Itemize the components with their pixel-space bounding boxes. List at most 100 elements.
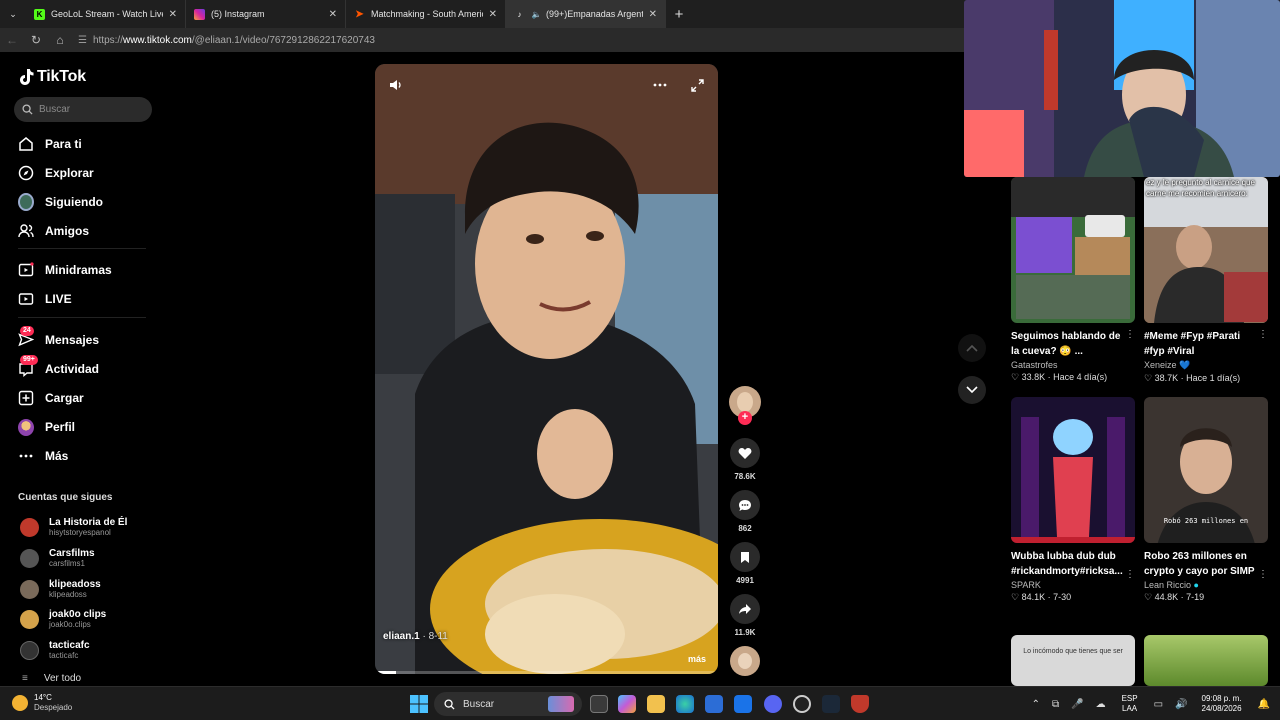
card-title[interactable]: Seguimos hablando de la cueva? 😳 ... xyxy=(1011,329,1125,359)
nav-mensajes[interactable]: 24 Mensajes xyxy=(18,326,99,351)
video-thumbnail[interactable]: Robó 263 millones en xyxy=(1144,397,1268,543)
previous-video-button[interactable] xyxy=(958,334,986,362)
video-thumbnail[interactable]: ez y le pregunto al carnice que carne me… xyxy=(1144,177,1268,323)
nav-para-ti[interactable]: Para ti xyxy=(18,133,82,155)
follow-plus-icon[interactable]: + xyxy=(738,411,752,425)
card-options-icon[interactable]: ⋮ xyxy=(1125,329,1135,340)
recommended-video-card[interactable] xyxy=(1144,635,1268,686)
new-tab-button[interactable]: + xyxy=(666,0,692,28)
card-author[interactable]: Gatastrofes xyxy=(1011,360,1135,370)
recommended-video-card[interactable]: Robó 263 millones en ⋮ Robo 263 millones… xyxy=(1144,397,1268,603)
obs-icon[interactable] xyxy=(793,695,811,713)
back-button[interactable]: ← xyxy=(0,28,24,52)
chevron-up-icon[interactable]: ⌃ xyxy=(1032,699,1040,710)
browser-tab-faceit[interactable]: ➤ Matchmaking - South America 5V ✕ xyxy=(346,0,506,28)
nav-cargar[interactable]: Cargar xyxy=(18,387,84,409)
video-thumbnail[interactable]: Lo incómodo que tienes que ser xyxy=(1011,635,1135,686)
card-title[interactable]: Robo 263 millones en crypto y cayo por S… xyxy=(1144,549,1258,579)
card-options-icon[interactable]: ⋮ xyxy=(1125,569,1135,580)
file-explorer-icon[interactable] xyxy=(647,695,665,713)
nav-siguiendo[interactable]: Siguiendo xyxy=(18,191,103,213)
url-host: www.tiktok.com xyxy=(122,34,192,46)
nav-actividad[interactable]: 99+ Actividad xyxy=(18,355,99,380)
display-icon[interactable]: ▭ xyxy=(1154,699,1163,710)
discord-icon[interactable] xyxy=(764,695,782,713)
recommended-video-card[interactable]: Lo incómodo que tienes que ser xyxy=(1011,635,1135,686)
site-info-icon[interactable]: ☰ xyxy=(78,35,87,46)
more-options-icon[interactable] xyxy=(653,83,667,87)
mail-icon[interactable] xyxy=(734,695,752,713)
speaker-icon[interactable]: 🔈 xyxy=(531,9,542,20)
card-options-icon[interactable]: ⋮ xyxy=(1258,569,1268,580)
reload-button[interactable]: ↻ xyxy=(24,28,48,52)
network-icon[interactable]: ⧉ xyxy=(1052,699,1059,710)
weather-widget[interactable]: 14°C Despejado xyxy=(12,693,72,713)
like-button[interactable]: 78.6K xyxy=(728,438,762,481)
nav-live[interactable]: LIVE xyxy=(18,288,72,310)
tab-list-button[interactable]: ⌄ xyxy=(0,0,26,28)
notifications-icon[interactable]: 🔔 xyxy=(1258,699,1270,710)
card-title[interactable]: Wubba lubba dub dub #rickandmorty#ricksa… xyxy=(1011,549,1125,579)
recommended-video-card[interactable]: ⋮ Wubba lubba dub dub #rickandmorty#rick… xyxy=(1011,397,1135,603)
save-button[interactable]: 4991 xyxy=(728,542,762,585)
video-player[interactable]: eliaan.1 · 8-11 más xyxy=(375,64,718,674)
nav-perfil[interactable]: Perfil xyxy=(18,416,75,438)
nav-minidramas[interactable]: Minidramas xyxy=(18,259,112,281)
weather-tray-icon[interactable]: ☁ xyxy=(1096,699,1106,710)
home-button[interactable]: ⌂ xyxy=(48,28,72,52)
store-icon[interactable] xyxy=(705,695,723,713)
copilot-icon[interactable] xyxy=(618,695,636,713)
close-icon[interactable]: ✕ xyxy=(649,9,657,20)
search-input[interactable]: Buscar xyxy=(14,97,152,122)
vanguard-icon[interactable] xyxy=(851,695,869,713)
sound-disc[interactable] xyxy=(728,646,762,676)
following-account[interactable]: Carsfilms carsfilms1 xyxy=(20,546,95,570)
following-account[interactable]: klipeadoss klipeadoss xyxy=(20,577,101,601)
browser-tab-tiktok[interactable]: ♪ 🔈 (99+)Empanadas Argentinas ✕ xyxy=(506,0,666,28)
clock[interactable]: 09:08 p. m. 24/08/2026 xyxy=(1202,694,1242,714)
close-icon[interactable]: ✕ xyxy=(169,9,177,20)
comment-button[interactable]: 862 xyxy=(728,490,762,533)
recommended-video-card[interactable]: ⋮ Seguimos hablando de la cueva? 😳 ... G… xyxy=(1011,177,1135,383)
nav-explorar[interactable]: Explorar xyxy=(18,162,94,184)
url-field[interactable]: ☰ https://www.tiktok.com/@eliaan.1/video… xyxy=(78,35,375,46)
recommended-video-card[interactable]: ez y le pregunto al carnice que carne me… xyxy=(1144,177,1268,384)
card-title[interactable]: #Meme #Fyp #Parati #fyp #Viral xyxy=(1144,329,1258,359)
following-account[interactable]: La Historia de Él hisytstoryespanol xyxy=(20,515,127,539)
video-author[interactable]: eliaan.1 · 8-11 xyxy=(383,631,448,642)
browser-tab-instagram[interactable]: (5) Instagram ✕ xyxy=(186,0,346,28)
see-all-link[interactable]: ≡ Ver todo xyxy=(22,673,81,684)
browser-tab-kick[interactable]: K GeoLoL Stream - Watch Live on Ki ✕ xyxy=(26,0,186,28)
card-author[interactable]: SPARK xyxy=(1011,580,1135,590)
list-icon: ≡ xyxy=(22,673,28,684)
fullscreen-icon[interactable] xyxy=(691,78,704,92)
nav-amigos[interactable]: Amigos xyxy=(18,220,89,242)
following-account[interactable]: joak0o clips joak0o.clips xyxy=(20,607,106,631)
card-author[interactable]: Xeneize 💙 xyxy=(1144,360,1268,371)
taskbar-search[interactable]: Buscar xyxy=(434,692,582,716)
task-view-icon[interactable] xyxy=(590,695,608,713)
volume-icon[interactable]: 🔊 xyxy=(1175,699,1187,710)
following-account[interactable]: tacticafc tacticafc xyxy=(20,638,90,662)
close-icon[interactable]: ✕ xyxy=(489,9,497,20)
video-thumbnail[interactable] xyxy=(1011,397,1135,543)
edge-browser-icon[interactable] xyxy=(676,695,694,713)
steam-icon[interactable] xyxy=(822,695,840,713)
windows-start-icon[interactable] xyxy=(410,695,428,713)
card-options-icon[interactable]: ⋮ xyxy=(1258,329,1268,340)
video-thumbnail[interactable] xyxy=(1011,177,1135,323)
close-icon[interactable]: ✕ xyxy=(329,9,337,20)
input-language[interactable]: ESP LAA xyxy=(1122,694,1138,714)
nav-mas[interactable]: Más xyxy=(18,445,68,467)
volume-icon[interactable] xyxy=(389,78,403,92)
tiktok-logo[interactable]: TikTok xyxy=(18,68,86,86)
next-video-button[interactable] xyxy=(958,376,986,404)
card-author[interactable]: Lean Riccio xyxy=(1144,580,1191,590)
video-progress-bar[interactable] xyxy=(375,671,718,674)
video-more-link[interactable]: más xyxy=(688,654,706,664)
share-button[interactable]: 11.9K xyxy=(728,594,762,637)
microphone-icon[interactable]: 🎤 xyxy=(1071,699,1083,710)
video-author-name[interactable]: eliaan.1 xyxy=(383,631,420,642)
video-thumbnail[interactable] xyxy=(1144,635,1268,686)
card-author-row[interactable]: Lean Riccio ● xyxy=(1144,580,1268,590)
